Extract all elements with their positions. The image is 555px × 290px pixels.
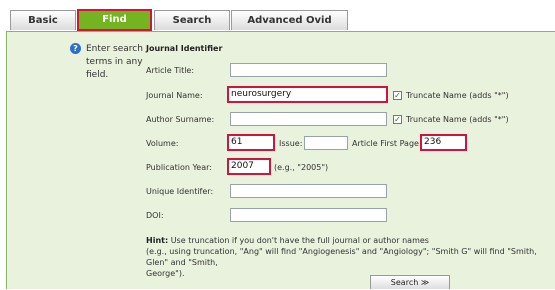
unique-identifier-input[interactable] — [230, 184, 387, 198]
truncate-journal-label: Truncate Name (adds "*") — [406, 91, 509, 100]
publication-year-input[interactable]: 2007 — [227, 158, 271, 175]
publication-year-example: (e.g., "2005") — [274, 163, 329, 172]
first-page-input[interactable]: 236 — [420, 134, 467, 151]
section-title: Journal Identifier — [146, 44, 223, 53]
volume-input[interactable]: 61 — [227, 134, 275, 151]
hint-line-3: George"). — [146, 269, 185, 278]
truncate-journal-checkbox[interactable]: ✓ — [393, 91, 402, 100]
search-button[interactable]: Search ≫ — [370, 275, 450, 289]
tab-find-citation[interactable]: Find Citation — [77, 9, 152, 43]
author-surname-label: Author Surname: — [146, 115, 215, 124]
hint-label: Hint: — [146, 236, 169, 245]
article-title-input[interactable] — [230, 63, 387, 77]
tab-search-fields[interactable]: Search Fields — [154, 10, 230, 46]
first-page-label: Article First Page: — [352, 139, 422, 148]
help-icon[interactable]: ? — [70, 43, 81, 54]
journal-name-input[interactable]: neurosurgery — [227, 86, 388, 103]
unique-identifier-label: Unique Identifer: — [146, 187, 214, 196]
truncate-author-checkbox[interactable]: ✓ — [393, 115, 402, 124]
author-surname-input[interactable] — [230, 112, 387, 126]
tab-advanced-ovid-search[interactable]: Advanced Ovid Search — [231, 10, 348, 46]
doi-input[interactable] — [230, 208, 387, 222]
hint-text: Hint: Use truncation if you don't have t… — [146, 235, 555, 279]
publication-year-label: Publication Year: — [146, 163, 212, 172]
issue-label: Issue: — [279, 139, 303, 148]
hint-line-2: (e.g., using truncation, "Ang" will find… — [146, 247, 537, 267]
journal-name-label: Journal Name: — [146, 91, 203, 100]
tab-basic-search[interactable]: Basic Search — [10, 10, 76, 46]
truncate-author-label: Truncate Name (adds "*") — [406, 115, 509, 124]
hint-line-1: Use truncation if you don't have the ful… — [170, 236, 429, 245]
volume-label: Volume: — [146, 139, 179, 148]
doi-label: DOI: — [146, 211, 164, 220]
issue-input[interactable] — [304, 136, 348, 150]
article-title-label: Article Title: — [146, 66, 195, 75]
